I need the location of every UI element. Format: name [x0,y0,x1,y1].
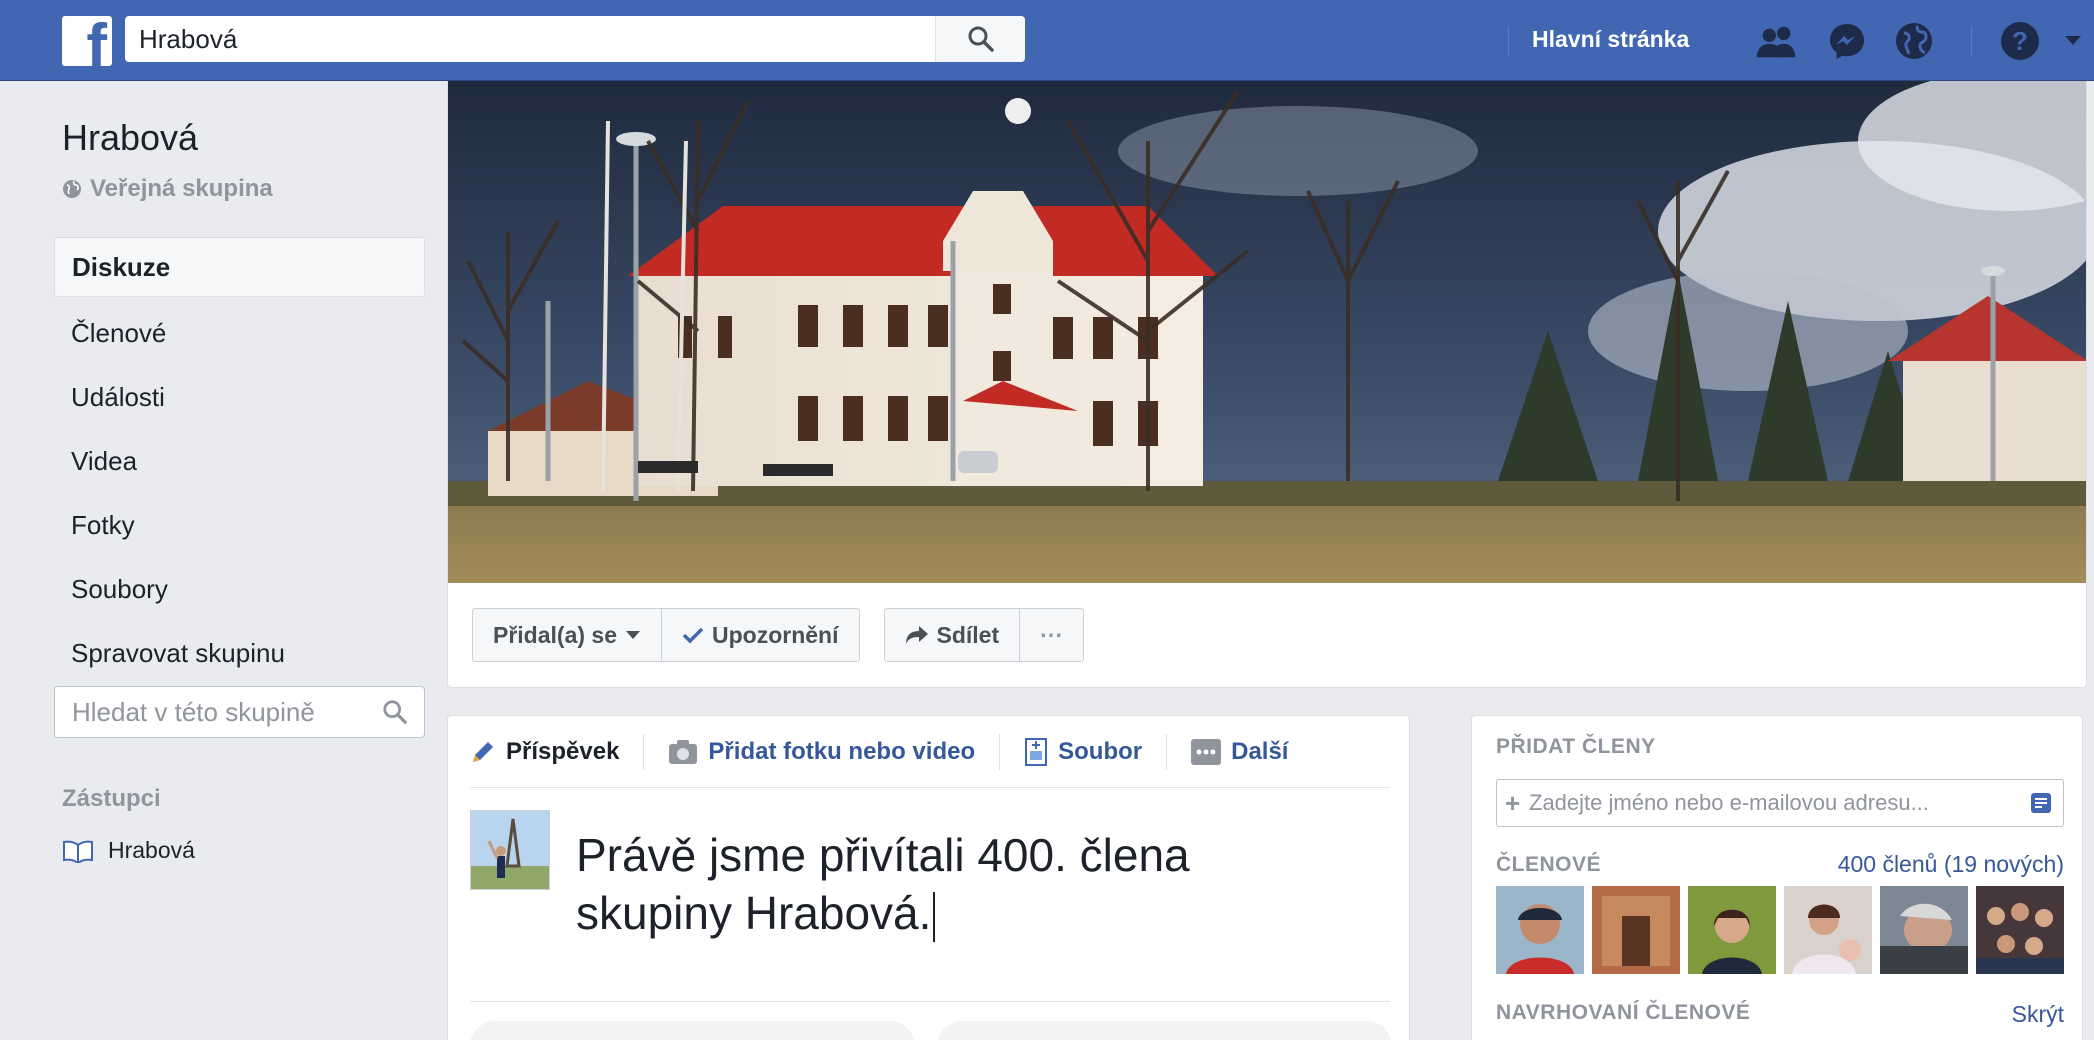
account-menu-icon[interactable] [2058,20,2088,62]
nav-item-manage-group[interactable]: Spravovat skupinu [54,621,425,685]
composer-text-line1: Právě jsme přivítali 400. člena [576,829,1190,881]
representatives-title: Zástupci [62,785,161,812]
add-member-field: + [1496,779,2064,827]
book-icon [63,840,93,863]
tab-post-label: Příspěvek [506,737,620,765]
messenger-icon[interactable] [1826,20,1868,62]
suggested-members-header: NAVRHOVANÍ ČLENOVÉ Skrýt [1496,1001,2064,1028]
group-search [54,686,425,738]
add-member-input[interactable] [1529,790,2019,816]
member-avatar[interactable] [1688,886,1776,974]
share-button[interactable]: Sdílet [885,609,1020,661]
hide-suggestions-link[interactable]: Skrýt [2012,1001,2064,1028]
joined-button[interactable]: Přidal(a) se [473,609,661,661]
member-avatar[interactable] [1880,886,1968,974]
composer-option[interactable] [937,1021,1392,1040]
more-options-label: ··· [1040,621,1064,648]
composer-textarea[interactable]: Právě jsme přivítali 400. člena skupiny … [576,826,1276,942]
members-count-link[interactable]: 400 členů (19 nových) [1838,851,2064,878]
search-button[interactable] [935,16,1025,62]
tab-photo-video-label: Přidat fotku nebo video [708,737,976,765]
group-actions: Přidal(a) se Upozornění Sdílet ··· [472,608,1085,662]
pencil-icon [473,741,493,762]
file-icon [1025,737,1048,766]
composer-option[interactable] [470,1021,915,1040]
suggested-members-label: NAVRHOVANÍ ČLENOVÉ [1496,1001,1751,1024]
camera-icon [669,739,698,764]
friend-requests-icon[interactable] [1756,20,1798,62]
membership-button-group: Přidal(a) se Upozornění [472,608,860,662]
members-header: ČLENOVÉ 400 členů (19 nových) [1496,851,2064,878]
member-avatar[interactable] [1592,886,1680,974]
more-options-button[interactable]: ··· [1019,609,1083,661]
members-label: ČLENOVÉ [1496,852,1602,876]
group-title[interactable]: Hrabová [62,117,198,159]
plus-icon: + [1505,787,1521,818]
global-search [125,16,1025,62]
composer-tabs: Příspěvek Přidat fotku nebo video Soubor… [470,716,1390,788]
representative-item[interactable]: Hrabová [62,837,195,864]
share-arrow-icon [905,626,928,644]
text-cursor [933,891,936,942]
search-icon [968,26,994,52]
group-header-card: Přidal(a) se Upozornění Sdílet ··· [447,81,2087,688]
user-avatar[interactable] [470,810,550,890]
nav-item-videos[interactable]: Videa [54,429,425,493]
search-icon[interactable] [382,699,408,725]
caret-down-icon [626,631,640,639]
tab-more[interactable]: Další [1166,733,1312,770]
nav-item-discussion[interactable]: Diskuze [54,237,425,297]
globe-icon [63,180,81,198]
composer-text-line2: skupiny Hrabová. [576,887,932,939]
svg-text:?: ? [2012,26,2028,56]
members-panel: PŘIDAT ČLENY + ČLENOVÉ 400 členů (19 nov… [1471,715,2083,1040]
notifications-label: Upozornění [712,621,839,648]
representative-label: Hrabová [108,837,195,863]
help-icon[interactable]: ? [1999,20,2041,62]
group-privacy: Veřejná skupina [62,175,273,203]
search-input[interactable] [125,16,935,62]
post-composer: Příspěvek Přidat fotku nebo video Soubor… [447,715,1410,1040]
tab-file[interactable]: Soubor [999,733,1166,770]
facebook-logo[interactable]: f [62,16,112,66]
add-members-title: PŘIDAT ČLENY [1496,735,1656,758]
group-navigation: Diskuze Členové Události Videa Fotky Sou… [54,237,425,685]
tab-photo-video[interactable]: Přidat fotku nebo video [643,733,999,770]
notifications-button[interactable]: Upozornění [661,609,859,661]
group-privacy-label: Veřejná skupina [90,175,273,202]
more-dots-icon [1191,738,1222,765]
composer-divider [470,1001,1390,1002]
nav-item-photos[interactable]: Fotky [54,493,425,557]
contact-import-icon[interactable] [2019,791,2063,815]
group-search-input[interactable] [55,687,365,737]
tab-more-label: Další [1231,737,1289,765]
topbar-divider [1508,26,1509,56]
member-avatar[interactable] [1784,886,1872,974]
home-link[interactable]: Hlavní stránka [1532,26,1689,53]
cover-photo[interactable] [448,81,2086,583]
joined-label: Přidal(a) se [493,621,617,648]
tab-file-label: Soubor [1058,737,1143,765]
nav-item-events[interactable]: Události [54,365,425,429]
nav-item-files[interactable]: Soubory [54,557,425,621]
member-avatar[interactable] [1976,886,2064,974]
tab-post[interactable]: Příspěvek [470,734,643,770]
share-label: Sdílet [936,621,1000,648]
topbar-divider [1971,26,1972,56]
top-bar: f Hlavní stránka ? [0,0,2094,81]
member-thumbnails [1496,886,2064,974]
share-button-group: Sdílet ··· [883,608,1085,662]
checkmark-icon [682,627,704,644]
member-avatar[interactable] [1496,886,1584,974]
nav-item-members[interactable]: Členové [54,301,425,365]
notifications-globe-icon[interactable] [1893,20,1935,62]
